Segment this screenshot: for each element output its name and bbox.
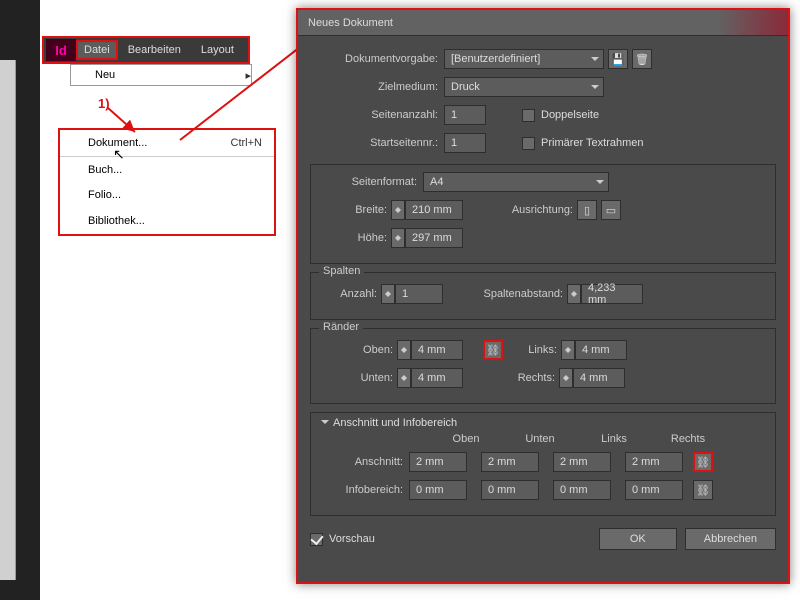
submenu-new-label: Neu (95, 69, 115, 81)
bleed-label: Anschnitt: (321, 456, 403, 468)
bleed-left[interactable]: 2 mm (553, 452, 611, 472)
margin-left-spinner[interactable] (561, 340, 575, 360)
preview-checkbox[interactable] (310, 533, 323, 546)
bleed-right[interactable]: 2 mm (625, 452, 683, 472)
pagesize-label: Seitenformat: (321, 176, 417, 188)
gutter-input[interactable]: 4,233 mm (581, 284, 643, 304)
orient-label: Ausrichtung: (463, 204, 573, 216)
width-label: Breite: (321, 204, 387, 216)
col-count-input[interactable]: 1 (395, 284, 443, 304)
bleed-title: Anschnitt und Infobereich (333, 417, 457, 429)
save-preset-icon[interactable]: 💾 (608, 49, 628, 69)
menu-edit[interactable]: Bearbeiten (118, 38, 191, 62)
orient-portrait-icon[interactable]: ▯ (577, 200, 597, 220)
info-bottom[interactable]: 0 mm (481, 480, 539, 500)
margins-title: Ränder (319, 321, 363, 333)
info-label: Infobereich: (321, 484, 403, 496)
height-label: Höhe: (321, 232, 387, 244)
delete-preset-icon[interactable]: 🗑 (632, 49, 652, 69)
margin-right-input[interactable]: 4 mm (573, 368, 625, 388)
preview-label: Vorschau (329, 533, 375, 545)
app-logo: Id (46, 39, 76, 61)
orient-landscape-icon[interactable]: ▭ (601, 200, 621, 220)
width-input[interactable]: 210 mm (405, 200, 463, 220)
primaryframe-checkbox[interactable] (522, 137, 535, 150)
flyout-new: Dokument...Ctrl+N Buch... Folio... Bibli… (58, 128, 276, 236)
margin-bottom-input[interactable]: 4 mm (411, 368, 463, 388)
flyout-document[interactable]: Dokument...Ctrl+N (60, 130, 274, 156)
margin-right-label: Rechts: (501, 372, 555, 384)
margin-top-input[interactable]: 4 mm (411, 340, 463, 360)
menu-file[interactable]: Datei (76, 40, 118, 60)
height-input[interactable]: 297 mm (405, 228, 463, 248)
hdr-left: Links (577, 433, 651, 445)
margin-top-label: Oben: (321, 344, 393, 356)
preset-label: Dokumentvorgabe: (310, 53, 438, 65)
intent-select[interactable]: Druck (444, 77, 604, 97)
intent-label: Zielmedium: (310, 81, 438, 93)
flyout-folio[interactable]: Folio... (60, 182, 274, 208)
hdr-top: Oben (429, 433, 503, 445)
facing-checkbox[interactable] (522, 109, 535, 122)
startpage-input[interactable]: 1 (444, 133, 486, 153)
info-top[interactable]: 0 mm (409, 480, 467, 500)
gutter-spinner[interactable] (567, 284, 581, 304)
flyout-library[interactable]: Bibliothek... (60, 208, 274, 234)
width-spinner[interactable] (391, 200, 405, 220)
info-link-icon[interactable]: ⛓ (693, 480, 713, 500)
submenu-new[interactable]: Neu▸ (70, 64, 252, 86)
flyout-book[interactable]: Buch... (60, 156, 274, 182)
annotation-1: 1) (98, 96, 110, 111)
collapse-icon[interactable] (321, 420, 329, 428)
pages-input[interactable]: 1 (444, 105, 486, 125)
pages-label: Seitenanzahl: (310, 109, 438, 121)
menu-layout[interactable]: Layout (191, 38, 244, 62)
col-count-spinner[interactable] (381, 284, 395, 304)
margin-left-input[interactable]: 4 mm (575, 340, 627, 360)
startpage-label: Startseitennr.: (310, 137, 438, 149)
margin-bottom-label: Unten: (321, 372, 393, 384)
cancel-button[interactable]: Abbrechen (685, 528, 776, 550)
gutter-label: Spaltenabstand: (443, 288, 563, 300)
facing-label: Doppelseite (541, 109, 599, 121)
bleed-link-icon[interactable]: ⛓ (693, 452, 713, 472)
margins-link-icon[interactable]: ⛓ (483, 340, 503, 360)
bleed-bottom[interactable]: 2 mm (481, 452, 539, 472)
margin-left-label: Links: (503, 344, 557, 356)
col-count-label: Anzahl: (321, 288, 377, 300)
info-left[interactable]: 0 mm (553, 480, 611, 500)
app-menubar: Id Datei Bearbeiten Layout (42, 36, 250, 64)
info-right[interactable]: 0 mm (625, 480, 683, 500)
hdr-bottom: Unten (503, 433, 577, 445)
height-spinner[interactable] (391, 228, 405, 248)
columns-title: Spalten (319, 265, 364, 277)
margin-right-spinner[interactable] (559, 368, 573, 388)
margin-top-spinner[interactable] (397, 340, 411, 360)
new-document-dialog: Neues Dokument Dokumentvorgabe: [Benutze… (296, 8, 790, 584)
dialog-title: Neues Dokument (308, 17, 393, 29)
margin-bottom-spinner[interactable] (397, 368, 411, 388)
bleed-top[interactable]: 2 mm (409, 452, 467, 472)
dialog-titlebar: Neues Dokument (298, 10, 788, 36)
primaryframe-label: Primärer Textrahmen (541, 137, 644, 149)
preset-select[interactable]: [Benutzerdefiniert] (444, 49, 604, 69)
ok-button[interactable]: OK (599, 528, 677, 550)
cursor-icon: ↖ (113, 146, 125, 163)
hdr-right: Rechts (651, 433, 725, 445)
pagesize-select[interactable]: A4 (423, 172, 609, 192)
